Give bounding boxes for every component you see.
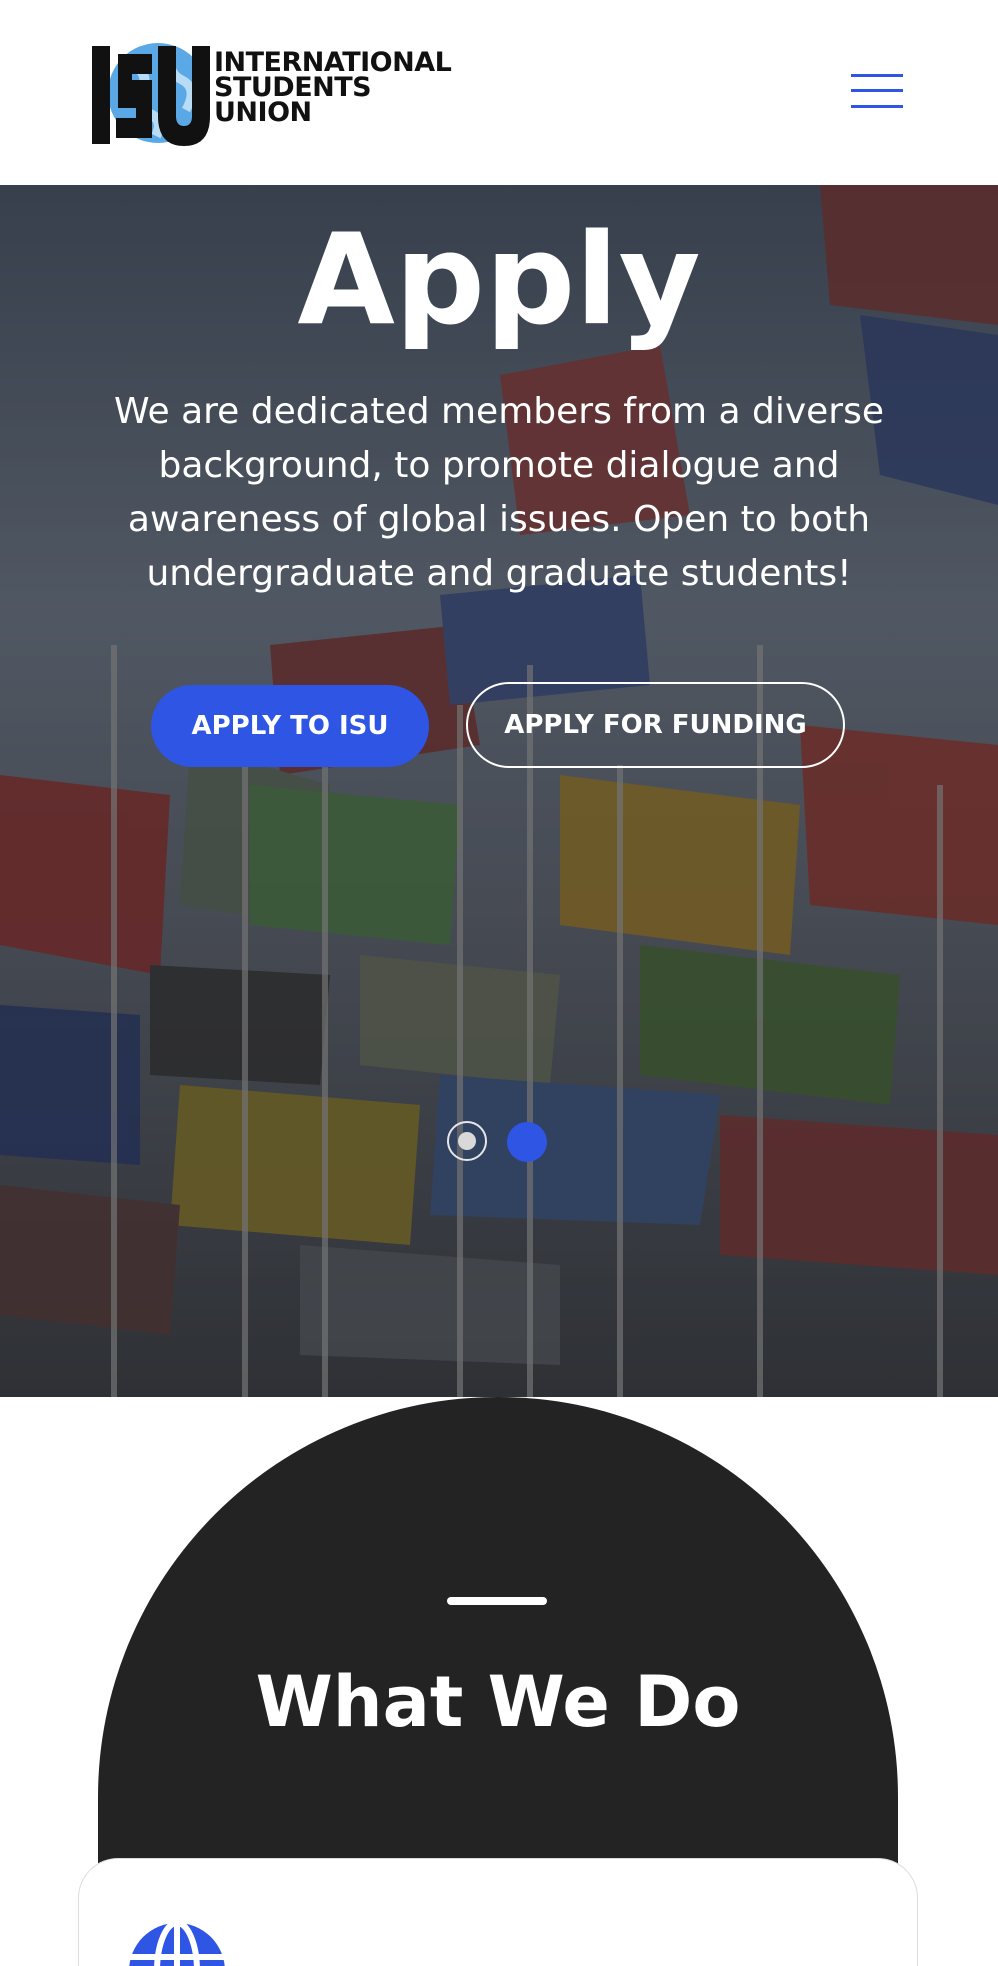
globe-icon	[129, 1921, 225, 1966]
isu-logo-mark	[92, 43, 210, 146]
isu-logo[interactable]: INTERNATIONAL STUDENTS UNION	[92, 34, 452, 152]
slide-dot-1[interactable]	[447, 1121, 487, 1161]
section-title: What We Do	[255, 1661, 741, 1743]
section-divider	[447, 1597, 547, 1605]
service-card	[78, 1858, 918, 1966]
apply-for-funding-button[interactable]: APPLY FOR FUNDING	[466, 682, 845, 768]
apply-to-isu-button[interactable]: APPLY TO ISU	[151, 685, 429, 767]
hero-title: Apply	[297, 206, 701, 353]
slide-dot-2-active[interactable]	[507, 1122, 547, 1162]
hero-section: Apply We are dedicated members from a di…	[0, 185, 998, 1397]
logo-line-3: UNION	[214, 97, 312, 128]
hero-description: We are dedicated members from a diverse …	[113, 391, 885, 594]
hamburger-menu-icon[interactable]	[851, 72, 903, 110]
site-header: INTERNATIONAL STUDENTS UNION	[0, 0, 998, 185]
logo-wordmark: INTERNATIONAL STUDENTS UNION	[214, 49, 452, 128]
flags-background-image	[0, 185, 998, 1397]
